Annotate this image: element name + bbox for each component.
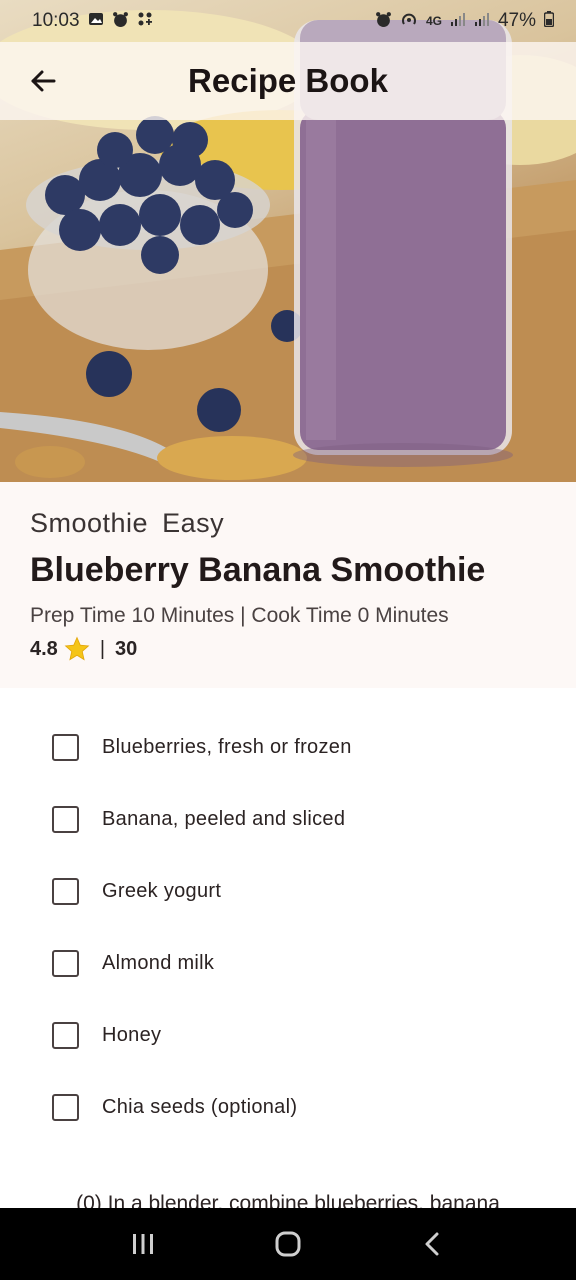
rating-row: 4.8 | 30: [30, 636, 546, 662]
ingredient-item[interactable]: Banana, peeled and sliced: [0, 783, 576, 855]
star-icon: [64, 636, 90, 661]
recipe-title: Blueberry Banana Smoothie: [30, 551, 486, 589]
ingredient-item[interactable]: Blueberries, fresh or frozen: [0, 711, 576, 783]
image-icon: [88, 11, 104, 31]
battery-icon: [543, 11, 555, 31]
status-right: 4G 47%: [375, 10, 555, 32]
recipe-info-panel: Smoothie Easy Blueberry Banana Smoothie P…: [0, 482, 576, 688]
battery-percent: 47%: [497, 10, 536, 31]
ingredient-label: Blueberries, fresh or frozen: [102, 735, 352, 758]
alarm-icon: [375, 11, 392, 32]
ingredient-checkbox[interactable]: [52, 877, 79, 905]
instruction-step-partial: (0) In a blender, combine blueberries, b…: [76, 1192, 500, 1208]
ingredient-label: Almond milk: [102, 951, 215, 974]
back-icon: [425, 1232, 439, 1256]
ingredient-item[interactable]: Greek yogurt: [0, 855, 576, 927]
recipe-tags: Smoothie Easy: [30, 508, 546, 539]
ingredient-checkbox[interactable]: [52, 733, 79, 761]
status-left: 10:03: [32, 10, 153, 32]
recipe-times: Prep Time 10 Minutes | Cook Time 0 Minut…: [30, 604, 546, 628]
status-bar: 10:03 4G 47%: [0, 0, 576, 42]
ingredient-checkbox[interactable]: [52, 1093, 79, 1121]
home-icon: [275, 1231, 301, 1257]
review-count: 30: [115, 637, 138, 660]
ingredient-checkbox[interactable]: [52, 1021, 79, 1049]
ingredient-label: Chia seeds (optional): [102, 1095, 298, 1118]
system-back-button[interactable]: [403, 1214, 463, 1274]
rating-value: 4.8: [30, 637, 58, 660]
apps-grid-icon: [137, 11, 153, 31]
hotspot-icon: [400, 10, 418, 32]
cook-time: Cook Time 0 Minutes: [251, 604, 449, 627]
ingredient-label: Banana, peeled and sliced: [102, 807, 346, 830]
network-type-label: 4G: [425, 14, 442, 28]
ingredient-checkbox[interactable]: [52, 805, 79, 833]
alarm-icon: [112, 11, 129, 32]
home-button[interactable]: [258, 1214, 318, 1274]
recent-apps-icon: [132, 1234, 153, 1254]
prep-time: Prep Time 10 Minutes |: [30, 604, 246, 627]
system-nav-bar: [0, 1208, 576, 1280]
ingredient-item[interactable]: Honey: [0, 999, 576, 1071]
ingredient-item[interactable]: Almond milk: [0, 927, 576, 999]
ingredient-label: Greek yogurt: [102, 879, 222, 902]
status-time: 10:03: [32, 10, 80, 31]
signal-icon: [450, 11, 466, 31]
ingredient-checkbox[interactable]: [52, 949, 79, 977]
ingredient-item[interactable]: Chia seeds (optional): [0, 1071, 576, 1143]
category-tag: Smoothie: [30, 508, 149, 538]
page-title: Recipe Book: [188, 62, 388, 99]
difficulty-tag: Easy: [162, 508, 225, 538]
rating-separator: |: [99, 637, 106, 660]
app-bar: Recipe Book: [0, 42, 576, 120]
recent-apps-button[interactable]: [113, 1214, 173, 1274]
signal-icon: [474, 11, 490, 31]
ingredient-list: Blueberries, fresh or frozen Banana, pee…: [0, 688, 576, 1143]
ingredient-label: Honey: [102, 1023, 162, 1046]
